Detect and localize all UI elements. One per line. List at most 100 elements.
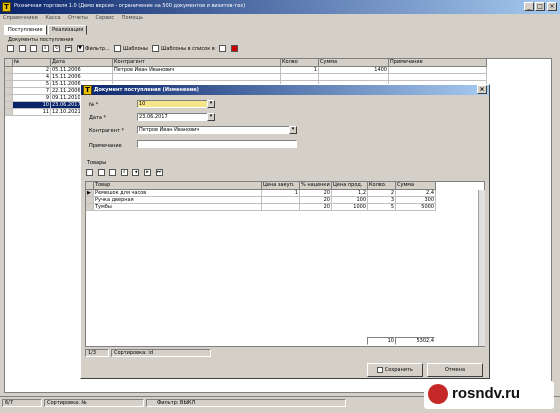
grid-header-indicator <box>5 59 13 67</box>
app-logo-icon: T <box>2 2 11 12</box>
number-dropdown-button[interactable]: ▾ <box>207 100 215 108</box>
goods-last-icon[interactable]: ⏭ <box>155 169 163 176</box>
table-cell-contractor[interactable]: Петров Иван Иванович <box>113 67 281 74</box>
tab-receipts[interactable]: Поступление <box>4 25 47 35</box>
goods-cell-sum[interactable]: 5000 <box>396 204 436 211</box>
goods-header-sell-price[interactable]: Цена прод. <box>332 182 368 190</box>
filter-button[interactable]: ▼ Фильтр... <box>76 45 111 54</box>
note-label: Примечание <box>89 143 122 149</box>
goods-delete-icon[interactable] <box>109 169 117 176</box>
row-indicator <box>5 74 13 81</box>
table-cell-n[interactable]: 2 <box>13 67 51 74</box>
goods-section-title: Товары <box>87 160 107 166</box>
goods-header-markup[interactable]: % наценки <box>300 182 332 190</box>
note-field[interactable] <box>137 140 297 148</box>
goods-cell-sell[interactable]: 100 <box>332 197 368 204</box>
goods-cell-markup[interactable]: 20 <box>300 197 332 204</box>
table-cell-n[interactable]: 4 <box>13 74 51 81</box>
table-cell-qty[interactable]: 1 <box>281 67 319 74</box>
tab-sales[interactable]: Реализация <box>48 25 88 35</box>
goods-find-icon[interactable]: ⌕ <box>120 169 128 176</box>
table-cell-n[interactable]: 11 <box>13 109 51 116</box>
menu-reference[interactable]: Справочники <box>0 14 41 22</box>
watermark: rosndv.ru <box>424 381 554 409</box>
goods-cell-buy[interactable] <box>262 197 300 204</box>
goods-edit-icon[interactable] <box>97 169 105 176</box>
goods-cell-sell[interactable]: 1000 <box>332 204 368 211</box>
goods-status-count: 1/3 <box>85 349 109 357</box>
menu-cash[interactable]: Касса <box>42 14 63 22</box>
close-button[interactable]: × <box>547 2 557 11</box>
goods-scrollbar[interactable] <box>478 190 485 346</box>
table-cell-qty[interactable] <box>281 74 319 81</box>
goods-header-buy-price[interactable]: Цена закуп. <box>262 182 300 190</box>
table-cell-sum[interactable]: 1400 <box>319 67 389 74</box>
table-cell-n[interactable]: 9 <box>13 95 51 102</box>
table-cell-date[interactable]: 05.11.2006 <box>51 67 113 74</box>
goods-next-icon[interactable]: ▸ <box>143 169 151 176</box>
table-cell-contractor[interactable] <box>113 74 281 81</box>
save-button[interactable]: Сохранить <box>367 363 423 377</box>
find-icon[interactable]: ⌕ <box>41 45 49 52</box>
contractor-dropdown-button[interactable]: ▾ <box>289 126 297 134</box>
minimize-button[interactable]: _ <box>524 2 534 11</box>
delete-doc-icon[interactable] <box>30 45 38 52</box>
goods-header-item[interactable]: Товар <box>94 182 262 190</box>
grid-header-sum[interactable]: Сумма <box>319 59 389 67</box>
goods-header-indicator <box>86 182 94 190</box>
menu-help[interactable]: Помощь <box>119 14 146 22</box>
maximize-button[interactable]: □ <box>535 2 545 11</box>
goods-cell-markup[interactable]: 20 <box>300 190 332 197</box>
goods-cell-buy[interactable]: 1 <box>262 190 300 197</box>
date-field[interactable]: 23.06.2017 <box>137 113 215 121</box>
watermark-text: rosndv.ru <box>452 385 521 402</box>
date-picker-button[interactable]: ▾ <box>207 113 215 121</box>
goods-cell-sum[interactable]: 2,4 <box>396 190 436 197</box>
edit-doc-icon[interactable] <box>18 45 26 52</box>
table-cell-sum[interactable] <box>319 74 389 81</box>
table-cell-note[interactable] <box>389 67 487 74</box>
watermark-logo-icon <box>428 384 448 404</box>
grid-header-note[interactable]: Примечание <box>389 59 487 67</box>
cancel-button[interactable]: Отмена <box>427 363 483 377</box>
export-icon[interactable] <box>219 45 227 52</box>
goods-header-qty[interactable]: Колво. <box>368 182 396 190</box>
status-filter: Фильтр: ВЫКЛ <box>146 399 346 407</box>
grid-header-qty[interactable]: Колво <box>281 59 319 67</box>
first-record-icon[interactable]: ⏮ <box>64 45 72 52</box>
goods-cell-sell[interactable]: 1,2 <box>332 190 368 197</box>
row-indicator <box>5 81 13 88</box>
table-cell-n[interactable]: 5 <box>13 81 51 88</box>
goods-cell-qty[interactable]: 2 <box>368 190 396 197</box>
refresh-icon[interactable]: ↻ <box>53 45 61 52</box>
grid-header-date[interactable]: Дата <box>51 59 113 67</box>
goods-prev-icon[interactable]: ◂ <box>132 169 140 176</box>
new-doc-icon[interactable] <box>7 45 14 52</box>
table-cell-note[interactable] <box>389 74 487 81</box>
menu-reports[interactable]: Отчеты <box>65 14 91 22</box>
table-cell-n[interactable]: 7 <box>13 88 51 95</box>
contractor-field[interactable]: Петров Иван Иванович <box>137 126 297 134</box>
goods-cell-item[interactable]: Ремешок для часов <box>94 190 262 197</box>
templates-button[interactable]: Шаблоны <box>113 45 149 54</box>
templates-list-button[interactable]: Шаблоны в список в <box>151 45 215 54</box>
goods-cell-item[interactable]: Тумбы <box>94 204 262 211</box>
goods-grid[interactable]: Товар Цена закуп. % наценки Цена прод. К… <box>85 181 485 347</box>
grid-header-contractor[interactable]: Контрагент <box>113 59 281 67</box>
goods-cell-item[interactable]: Ручка дверная <box>94 197 262 204</box>
goods-header-sum[interactable]: Сумма <box>396 182 436 190</box>
table-cell-n[interactable]: 10 <box>13 102 51 109</box>
table-cell-date[interactable]: 15.11.2006 <box>51 74 113 81</box>
goods-cell-qty[interactable]: 5 <box>368 204 396 211</box>
goods-cell-markup[interactable]: 20 <box>300 204 332 211</box>
menu-service[interactable]: Сервис <box>92 14 117 22</box>
grid-header-number[interactable]: № <box>13 59 51 67</box>
dialog-close-button[interactable]: × <box>477 85 487 94</box>
app-titlebar: T Розничная торговля 1.0 (Демо версия - … <box>0 0 560 14</box>
exit-icon[interactable] <box>230 45 238 52</box>
goods-cell-sum[interactable]: 300 <box>396 197 436 204</box>
number-field[interactable]: 10 <box>137 100 215 108</box>
goods-cell-qty[interactable]: 3 <box>368 197 396 204</box>
goods-new-icon[interactable] <box>86 169 93 176</box>
goods-cell-buy[interactable] <box>262 204 300 211</box>
